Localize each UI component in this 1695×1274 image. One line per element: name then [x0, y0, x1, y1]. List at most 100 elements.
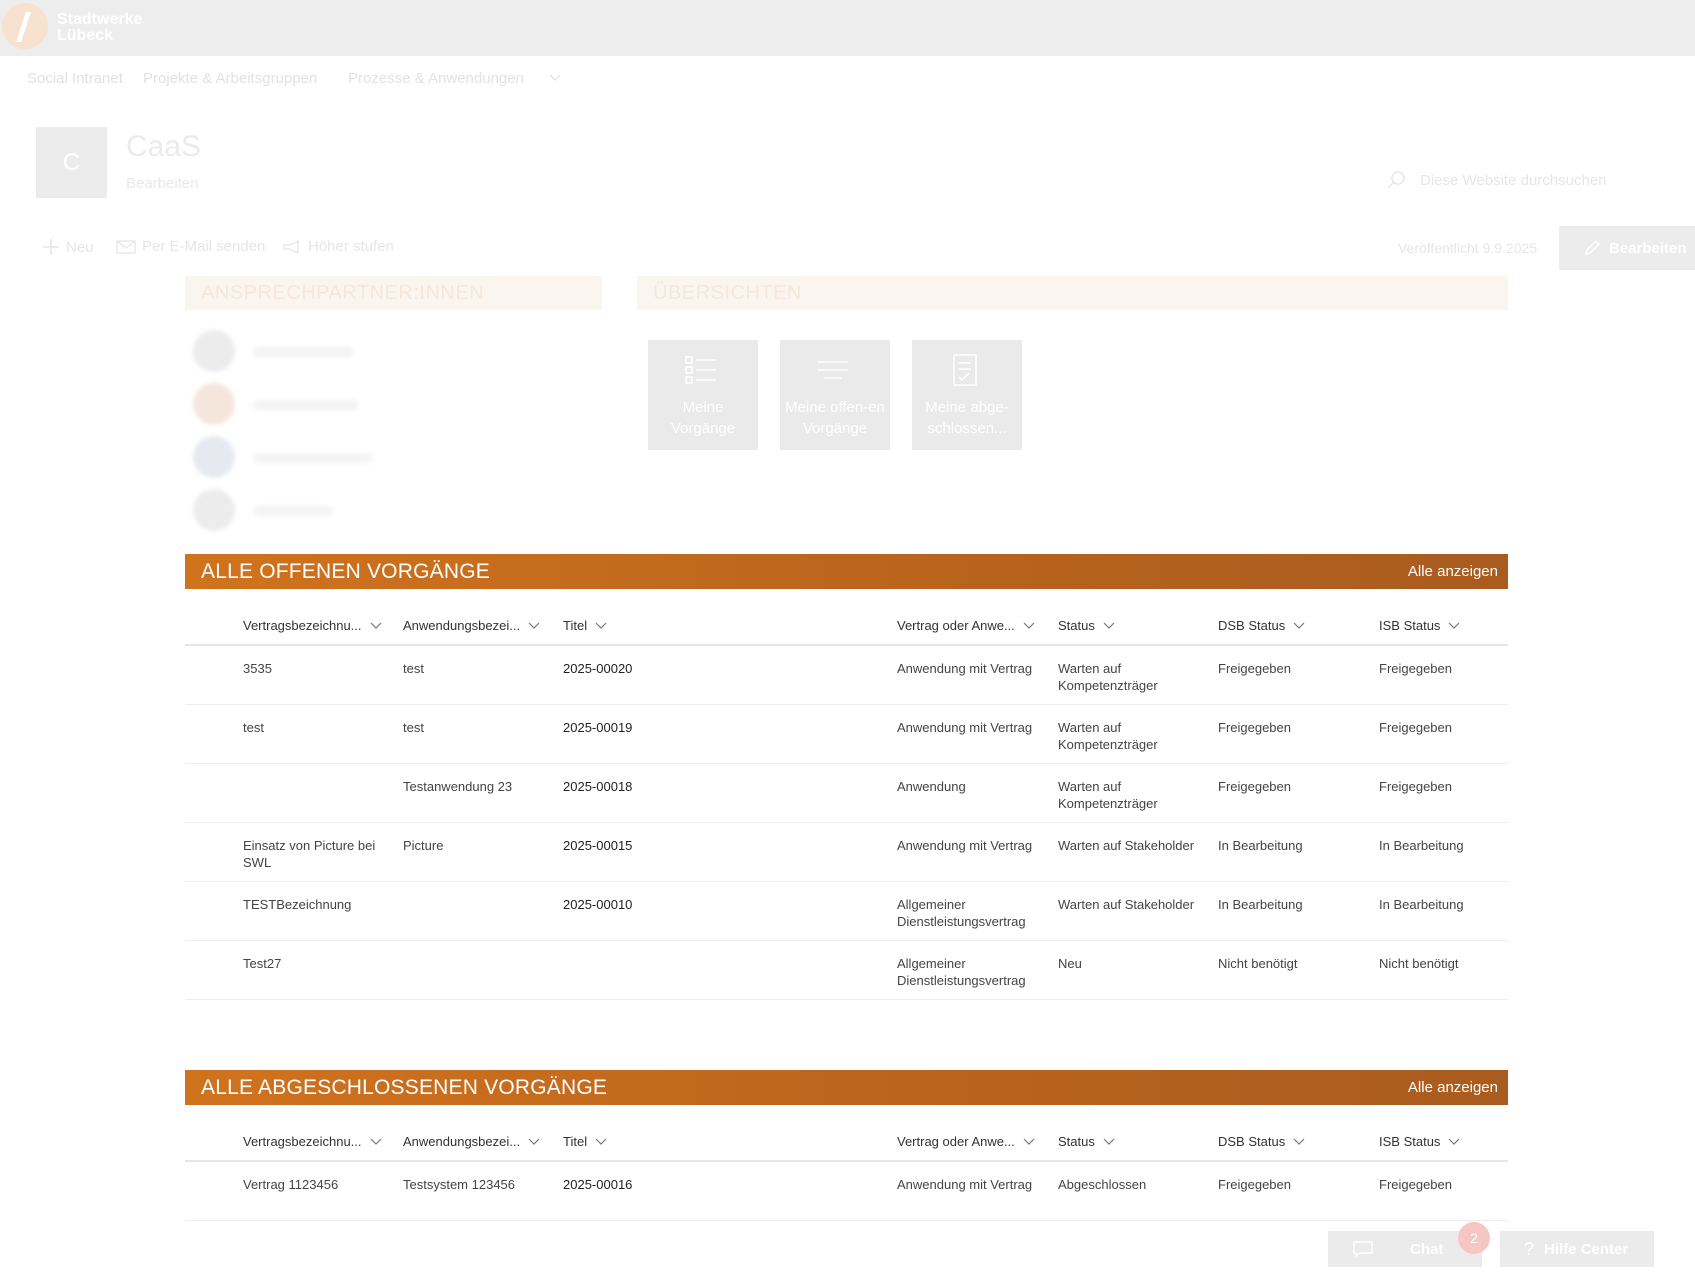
tile-meine-offenen-vorgaenge[interactable]: Meine offen-en Vorgänge: [780, 340, 890, 450]
help-label: Hilfe Center: [1544, 1240, 1629, 1258]
cell-dsb-status: Freigegeben: [1218, 720, 1291, 735]
cell-dsb-status: Nicht benötigt: [1218, 956, 1298, 971]
chat-notification-badge: 2: [1458, 1222, 1490, 1254]
cell-titel[interactable]: 2025-00020: [563, 660, 863, 677]
edit-page-button[interactable]: Bearbeiten: [1559, 226, 1695, 270]
email-label: Per E-Mail senden: [142, 238, 266, 255]
contact-name-placeholder: [253, 347, 353, 357]
contact-name-placeholder: [253, 453, 373, 463]
column-label: DSB Status: [1218, 618, 1286, 633]
cell-titel[interactable]: 2025-00010: [563, 896, 863, 913]
hubnav-item-projekte[interactable]: Projekte & Arbeitsgruppen: [143, 70, 317, 87]
hubnav-item-social-intranet[interactable]: Social Intranet: [27, 70, 123, 87]
column-label: ISB Status: [1379, 618, 1441, 633]
cell-vertrag-oder-anwendung: Anwendung mit Vertrag: [897, 720, 1033, 735]
stadtwerke-logo[interactable]: [2, 3, 48, 49]
question-icon: ?: [1524, 1238, 1535, 1259]
open-processes-title: ALLE OFFENEN VORGÄNGE: [201, 560, 490, 583]
site-logo[interactable]: C: [36, 127, 107, 198]
chevron-down-icon[interactable]: [549, 74, 561, 82]
contact-person[interactable]: [193, 436, 493, 484]
col-titel-header[interactable]: Titel: [563, 618, 607, 633]
col-titel-header[interactable]: Titel: [563, 1134, 607, 1149]
col-vertrag-oder-anwendung-header[interactable]: Vertrag oder Anwe...: [897, 618, 1035, 633]
mail-icon: [116, 239, 136, 254]
column-label: Vertrag oder Anwe...: [897, 1134, 1015, 1149]
hub-navigation: Social Intranet Projekte & Arbeitsgruppe…: [0, 56, 1695, 102]
cell-dsb-status: Freigegeben: [1218, 779, 1291, 794]
cell-vertrag-oder-anwendung: Anwendung: [897, 779, 966, 794]
cell-vertragsbezeichnung: Einsatz von Picture bei SWL: [243, 838, 376, 870]
cell-titel[interactable]: 2025-00015: [563, 837, 863, 854]
cell-isb-status: Freigegeben: [1379, 779, 1452, 794]
cell-titel[interactable]: 2025-00018: [563, 778, 863, 795]
cell-status: Warten auf Stakeholder: [1058, 897, 1195, 912]
avatar: [193, 489, 235, 531]
col-vertragsbezeichnung-header[interactable]: Vertragsbezeichnu...: [243, 1134, 382, 1149]
open-show-all-link[interactable]: Alle anzeigen: [1408, 563, 1498, 580]
col-isb-status-header[interactable]: ISB Status: [1379, 618, 1460, 633]
plus-icon: [43, 239, 59, 255]
cell-status: Neu: [1058, 956, 1082, 971]
col-dsb-status-header[interactable]: DSB Status: [1218, 618, 1305, 633]
contact-person[interactable]: [193, 383, 493, 431]
chat-label: Chat: [1410, 1240, 1444, 1258]
cell-anwendungsbezeichnung: Picture: [403, 838, 444, 853]
cell-vertrag-oder-anwendung: Anwendung mit Vertrag: [897, 1177, 1033, 1192]
site-title[interactable]: CaaS: [126, 130, 201, 164]
promote-label: Höher stufen: [308, 238, 394, 255]
col-vertrag-oder-anwendung-header[interactable]: Vertrag oder Anwe...: [897, 1134, 1035, 1149]
tile-meine-vorgaenge[interactable]: Meine Vorgänge: [648, 340, 758, 450]
col-isb-status-header[interactable]: ISB Status: [1379, 1134, 1460, 1149]
site-edit-link[interactable]: Bearbeiten: [126, 175, 199, 192]
contact-person[interactable]: [193, 489, 493, 537]
email-button[interactable]: Per E-Mail senden: [116, 238, 265, 255]
cell-titel[interactable]: 2025-00019: [563, 719, 863, 736]
chat-icon: [1353, 1241, 1373, 1258]
search-icon: [1387, 171, 1405, 189]
cell-anwendungsbezeichnung: test: [403, 720, 424, 735]
tile-meine-abgeschlossenen[interactable]: Meine abge-schlossen...: [912, 340, 1022, 450]
closed-list-column-header: Vertragsbezeichnu... Anwendungsbezei... Ti…: [185, 1120, 1508, 1162]
promote-button[interactable]: Höher stufen: [282, 238, 394, 255]
closed-processes-title: ALLE ABGESCHLOSSENEN VORGÄNGE: [201, 1076, 608, 1099]
col-anwendungsbezeichnung-header[interactable]: Anwendungsbezei...: [403, 1134, 540, 1149]
chevron-down-icon: [528, 1138, 540, 1145]
new-button[interactable]: Neu: [42, 238, 94, 256]
table-row[interactable]: Einsatz von Picture bei SWL Picture 2025-0…: [185, 823, 1508, 882]
chevron-down-icon: [528, 622, 540, 629]
help-center-button[interactable]: ? Hilfe Center: [1500, 1231, 1654, 1267]
chevron-down-icon: [370, 622, 381, 629]
col-status-header[interactable]: Status: [1058, 1134, 1115, 1149]
chevron-down-icon: [1293, 622, 1305, 629]
cell-isb-status: Freigegeben: [1379, 1177, 1452, 1192]
table-row[interactable]: test test 2025-00019 Anwendung mit Vertrag W…: [185, 705, 1508, 764]
chevron-down-icon: [1103, 1138, 1115, 1145]
contacts-header: ANSPRECHPARTNER:INNEN: [185, 276, 602, 310]
col-vertragsbezeichnung-header[interactable]: Vertragsbezeichnu...: [243, 618, 382, 633]
megaphone-icon: [283, 239, 299, 254]
cell-isb-status: Freigegeben: [1379, 661, 1452, 676]
table-row[interactable]: Test27 Allgemeiner Dienstleistungsvertrag…: [185, 941, 1508, 1000]
closed-processes-header: ALLE ABGESCHLOSSENEN VORGÄNGE Alle anzei…: [185, 1070, 1508, 1105]
site-search[interactable]: Diese Website durchsuchen: [1386, 170, 1626, 194]
tile-label: Meine offen-en Vorgänge: [785, 399, 885, 437]
table-row[interactable]: 3535 test 2025-00020 Anwendung mit Vertrag W…: [185, 646, 1508, 705]
cell-anwendungsbezeichnung: Testanwendung 23: [403, 779, 513, 794]
chevron-down-icon: [370, 1138, 381, 1145]
contact-person[interactable]: [193, 330, 493, 378]
edit-label: Bearbeiten: [1609, 239, 1687, 257]
cell-status: Warten auf Kompetenzträger: [1058, 661, 1158, 693]
table-row[interactable]: Testanwendung 23 2025-00018 Anwendung Warte…: [185, 764, 1508, 823]
col-status-header[interactable]: Status: [1058, 618, 1115, 633]
table-row[interactable]: Vertrag 1123456 Testsystem 123456 2025-000…: [185, 1162, 1508, 1221]
closed-show-all-link[interactable]: Alle anzeigen: [1408, 1079, 1498, 1096]
avatar: [193, 383, 235, 425]
hubnav-item-prozesse[interactable]: Prozesse & Anwendungen: [348, 70, 524, 87]
col-anwendungsbezeichnung-header[interactable]: Anwendungsbezei...: [403, 618, 540, 633]
col-dsb-status-header[interactable]: DSB Status: [1218, 1134, 1305, 1149]
cell-vertrag-oder-anwendung: Allgemeiner Dienstleistungsvertrag: [897, 897, 1026, 929]
cell-titel[interactable]: 2025-00016: [563, 1176, 863, 1193]
cell-isb-status: Nicht benötigt: [1379, 956, 1459, 971]
table-row[interactable]: TESTBezeichnung 2025-00010 Allgemeiner Die…: [185, 882, 1508, 941]
